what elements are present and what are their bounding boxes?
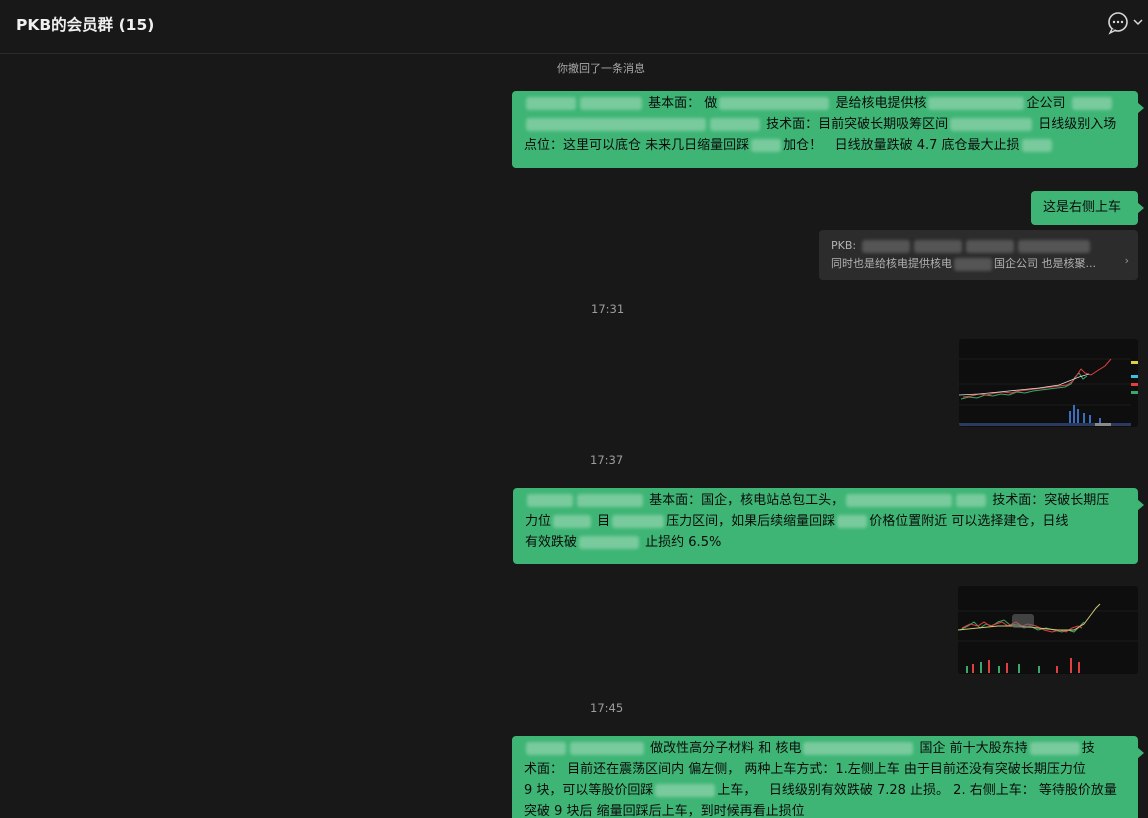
message-line: 突破 9 块后 缩量回踩后上车，到时候再看止损位 <box>524 804 805 818</box>
message-line: 做改性高分子材料 和 核电 国企 前十大股东持技 <box>524 738 1126 759</box>
header-actions[interactable] <box>1106 11 1148 35</box>
message-line: 基本面： 做 是给核电提供核 企公司 <box>524 93 1126 114</box>
message-bubble-stock-analysis-3[interactable]: 做改性高分子材料 和 核电 国企 前十大股东持技 术面： 目前还在震荡区间内 偏… <box>512 736 1144 818</box>
message-line: 点位：这里可以底仓 未来几日缩量回踩 加仓！ 日线放量跌破 4.7 底仓最大止损 <box>524 135 1126 156</box>
message-bubble-stock-analysis-1[interactable]: 基本面： 做 是给核电提供核 企公司 技术面：目前突破长期吸筹区间 日线级别入场 … <box>512 91 1144 168</box>
candlestick-chart <box>959 339 1138 427</box>
chat-header: PKB的会员群 (15) <box>0 0 1148 54</box>
message-line: 力位 目压力区间，如果后续缩量回踩 价格位置附近 可以选择建仓，日线 <box>525 514 1069 529</box>
message-line: 有效跌破 止损约 6.5% <box>525 535 722 550</box>
chat-title: PKB的会员群 (15) <box>16 16 155 34</box>
message-bubble-stock-analysis-2[interactable]: 基本面：国企，核电站总包工头， 技术面：突破长期压 力位 目压力区间，如果后续缩… <box>513 488 1144 564</box>
message-line: 技术面：目前突破长期吸筹区间 日线级别入场 <box>524 114 1126 135</box>
quote-line-1: PKB: <box>831 237 1126 255</box>
candlestick-chart <box>958 586 1138 674</box>
quoted-message[interactable]: PKB: 同时也是给核电提供核电 国企公司 也是核聚... › <box>819 230 1138 280</box>
quote-line-2: 同时也是给核电提供核电 国企公司 也是核聚... <box>831 257 1096 271</box>
message-bubble-right-side[interactable]: 这是右侧上车 <box>1031 191 1144 225</box>
timestamp: 17:45 <box>590 701 624 715</box>
recall-notice: 你撤回了一条消息 <box>557 62 645 75</box>
chevron-right-icon[interactable]: › <box>1125 254 1129 267</box>
message-list[interactable]: 你撤回了一条消息 基本面： 做 是给核电提供核 企公司 技术面：目前突破长期吸筹区… <box>0 54 1148 818</box>
message-line: 术面： 目前还在震荡区间内 偏左侧， 两种上车方式：1.左侧上车 由于目前还没有… <box>524 762 1086 777</box>
chat-bubble-icon[interactable] <box>1106 11 1148 35</box>
timestamp: 17:37 <box>590 453 624 467</box>
stock-chart-image-2[interactable] <box>958 586 1138 674</box>
message-line: 基本面：国企，核电站总包工头， 技术面：突破长期压 <box>525 490 1126 511</box>
message-line: 9 块，可以等股价回踩 上车， 日线级别有效跌破 7.28 止损。 2. 右侧上车… <box>524 783 1117 798</box>
stock-chart-image-1[interactable] <box>959 339 1138 427</box>
timestamp: 17:31 <box>591 302 625 316</box>
